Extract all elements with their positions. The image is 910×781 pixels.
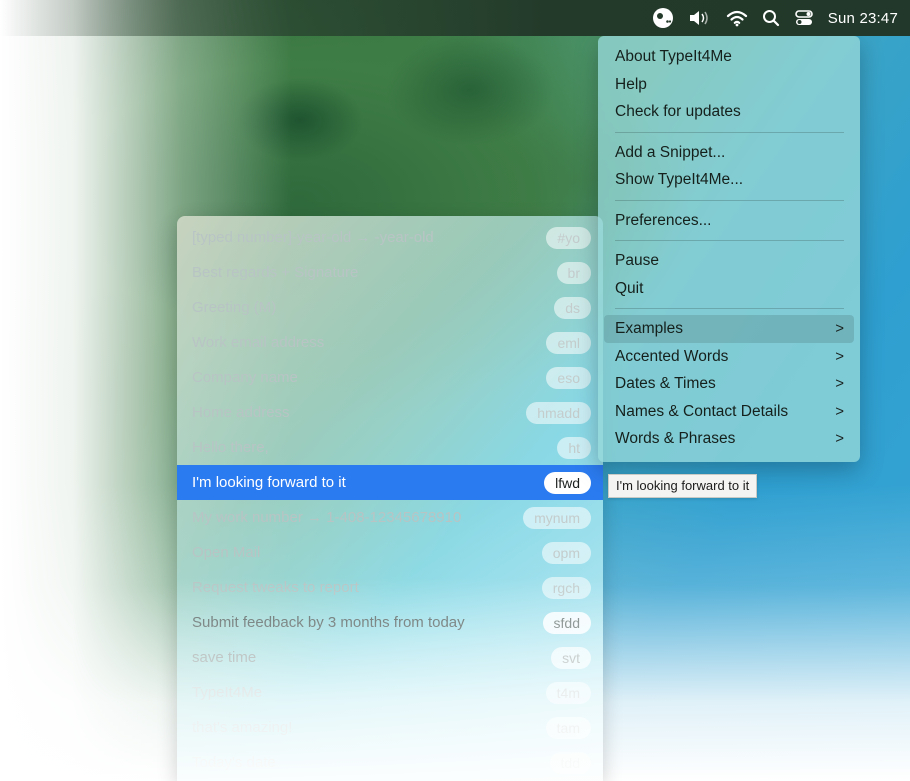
snippet-row[interactable]: Today's date tdd [177, 745, 603, 780]
menu-bar: Sun 23:47 [0, 0, 910, 36]
snippet-label: Submit feedback by 3 months from today [192, 614, 465, 631]
snippet-row[interactable]: Best regards + Signature br [177, 255, 603, 290]
menu-item-help[interactable]: Help [604, 71, 854, 99]
abbreviation-badge: mynum [523, 507, 591, 529]
menu-item-check-updates[interactable]: Check for updates [604, 98, 854, 126]
examples-submenu: [typed number]-year-old → -year-old #yo Be… [177, 216, 603, 781]
menu-item-accented-words[interactable]: Accented Words > [604, 343, 854, 371]
menu-separator [615, 131, 844, 133]
search-icon[interactable] [762, 5, 780, 31]
menu-item-show-app[interactable]: Show TypeIt4Me... [604, 166, 854, 194]
abbreviation-badge: opm [541, 542, 591, 564]
snippet-row[interactable]: Submit feedback by 3 months from today sf… [177, 605, 603, 640]
snippet-label: My work number → 1-408-12345678910 [192, 509, 462, 526]
abbreviation-badge: hmadd [526, 402, 591, 424]
menu-item-words-phrases[interactable]: Words & Phrases > [604, 425, 854, 453]
abbreviation-badge: lfwd [544, 472, 591, 494]
abbreviation-badge: svt [551, 647, 591, 669]
chevron-right-icon: > [835, 320, 844, 337]
snippet-row[interactable]: Company name eso [177, 360, 603, 395]
menu-item-examples[interactable]: Examples > [604, 315, 854, 343]
menu-separator [615, 240, 844, 241]
snippet-label: Home address [192, 404, 290, 421]
snippet-label: Work email address [192, 334, 325, 351]
abbreviation-badge: tam [545, 717, 591, 739]
abbreviation-badge: rgch [541, 577, 591, 599]
menu-item-label: Preferences... [615, 211, 712, 229]
menu-item-dates-times[interactable]: Dates & Times > [604, 370, 854, 398]
menu-item-label: Words & Phrases [615, 430, 736, 447]
menu-item-pause[interactable]: Pause [604, 247, 854, 275]
menu-item-preferences[interactable]: Preferences... [604, 207, 854, 235]
menu-separator [615, 308, 844, 309]
menu-item-label: Dates & Times [615, 375, 716, 392]
snippet-label: Company name [192, 369, 298, 386]
control-center-icon[interactable] [794, 5, 814, 31]
menu-item-label: Pause [615, 252, 659, 269]
menu-item-label: Quit [615, 279, 644, 297]
snippet-row[interactable]: Greeting (M) ds [177, 290, 603, 325]
snippet-label: Today's date [192, 754, 276, 771]
menu-item-label: Names & Contact Details [615, 402, 789, 420]
menu-item-label: About TypeIt4Me [615, 48, 732, 65]
abbreviation-badge: tdd [549, 752, 591, 774]
menu-item-add-snippet[interactable]: Add a Snippet... [604, 139, 854, 167]
snippet-row[interactable]: Request tweaks to report rgch [177, 570, 603, 605]
snippet-label: Greeting (M) [192, 299, 277, 316]
abbreviation-badge: t4m [545, 682, 591, 704]
menu-item-label: Add a Snippet... [615, 143, 726, 161]
snippet-label: TypeIt4Me [192, 684, 263, 701]
snippet-label: save time [192, 649, 257, 666]
chevron-right-icon: > [835, 402, 844, 420]
snippet-row[interactable]: TypeIt4Me t4m [177, 675, 603, 710]
snippet-row[interactable]: [typed number]-year-old → -year-old #yo [177, 220, 603, 255]
abbreviation-badge: eso [546, 367, 591, 389]
snippet-label: Best regards + Signature [192, 264, 359, 281]
snippet-row[interactable]: I'm looking forward to it lfwd [177, 465, 603, 500]
snippet-row[interactable]: Home address hmadd [177, 395, 603, 430]
menu-item-label: Examples [615, 320, 684, 337]
snippet-row[interactable]: My work number → 1-408-12345678910 mynum [177, 500, 603, 535]
menu-item-names-contact[interactable]: Names & Contact Details > [604, 398, 854, 426]
typeit4me-icon[interactable] [652, 5, 674, 31]
menu-item-label: Check for updates [615, 103, 741, 120]
snippet-list: [typed number]-year-old → -year-old #yo Be… [177, 220, 603, 780]
snippet-row[interactable]: Open Mail opm [177, 535, 603, 570]
tooltip: I'm looking forward to it [608, 474, 758, 498]
abbreviation-badge: br [556, 262, 591, 284]
abbreviation-badge: eml [546, 332, 591, 354]
snippet-label: that's amazing! [192, 719, 293, 736]
wifi-icon[interactable] [726, 5, 748, 31]
abbreviation-badge: #yo [546, 227, 591, 249]
abbreviation-badge: ht [557, 437, 591, 459]
volume-icon[interactable] [688, 5, 712, 31]
snippet-row[interactable]: save time svt [177, 640, 603, 675]
snippet-label: Open Mail [192, 544, 261, 561]
typeit4me-menu: About TypeIt4Me Help Check for updates A… [598, 36, 860, 462]
abbreviation-badge: sfdd [542, 612, 591, 634]
snippet-row[interactable]: that's amazing! tam [177, 710, 603, 745]
menu-item-about[interactable]: About TypeIt4Me [604, 43, 854, 71]
menu-item-label: Show TypeIt4Me... [615, 171, 744, 188]
menubar-clock[interactable]: Sun 23:47 [828, 5, 898, 31]
abbreviation-badge: ds [554, 297, 591, 319]
snippet-row[interactable]: Work email address eml [177, 325, 603, 360]
menu-item-label: Accented Words [615, 347, 729, 365]
menu-item-label: Help [615, 75, 647, 93]
snippet-label: [typed number]-year-old → -year-old [192, 229, 434, 246]
chevron-right-icon: > [835, 375, 844, 392]
snippet-label: Hello there, [192, 439, 269, 456]
chevron-right-icon: > [835, 430, 844, 447]
snippet-label: I'm looking forward to it [192, 474, 346, 491]
chevron-right-icon: > [835, 347, 844, 365]
menu-item-quit[interactable]: Quit [604, 275, 854, 303]
snippet-row[interactable]: Hello there, ht [177, 430, 603, 465]
menu-separator [615, 199, 844, 201]
snippet-label: Request tweaks to report [192, 579, 359, 596]
